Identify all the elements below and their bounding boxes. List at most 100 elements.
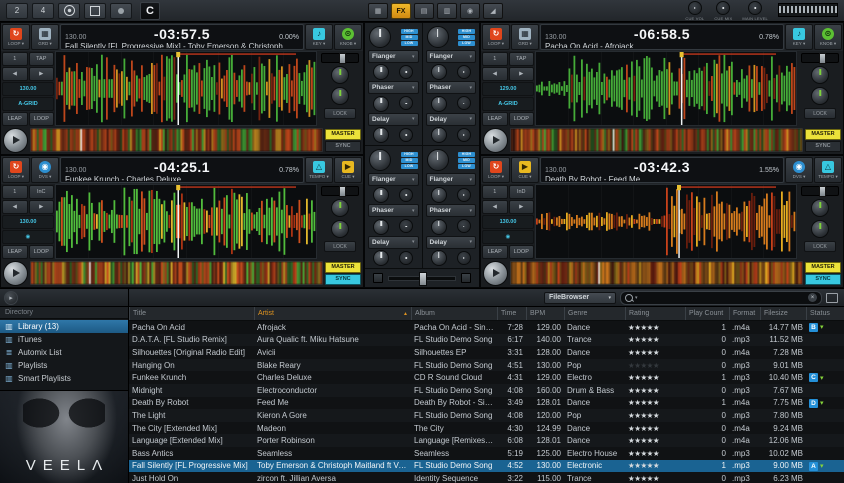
tab-fx[interactable]: FX [391, 3, 411, 19]
key-knob[interactable] [811, 66, 829, 84]
deck-small-button[interactable]: 1 [2, 185, 28, 199]
deck-small-button[interactable]: ▶ [29, 200, 55, 214]
settings-button[interactable] [58, 3, 80, 19]
tempo-button-deck-C[interactable]: △TEMPO ▾ [305, 157, 333, 183]
fx-amount-knob[interactable] [373, 127, 389, 143]
rating-stars[interactable]: ★★★★★ [628, 461, 659, 470]
rating-stars[interactable]: ★★★★★ [628, 424, 659, 433]
eq-gain-knob[interactable] [427, 26, 449, 48]
deck-small-button[interactable]: InC [29, 185, 55, 199]
sync-button[interactable]: SYNC [325, 274, 361, 285]
pitch-fader-handle[interactable] [339, 186, 346, 197]
deck-small-button[interactable]: ◉ [482, 230, 534, 244]
fx-select-flanger[interactable]: Flanger▾ [368, 50, 419, 63]
eq-low-button[interactable]: LOW [458, 41, 475, 46]
sync-button[interactable]: SYNC [805, 274, 841, 285]
sidebar-item-itunes[interactable]: ▥iTunes [0, 333, 128, 346]
deck-small-button[interactable]: ◀ [2, 200, 28, 214]
track-row[interactable]: Just Hold Onzircon ft. Jillian AversaIde… [129, 472, 844, 483]
play-button-deck-A[interactable] [3, 128, 28, 153]
fx-select-phaser[interactable]: Phaser▾ [426, 81, 477, 94]
eq-mid-button[interactable]: MID [458, 35, 475, 40]
eq-high-button[interactable]: HIGH [401, 152, 418, 157]
track-row[interactable]: Hanging OnBlake RearyFL Studio Demo Song… [129, 359, 844, 372]
fx-on-button[interactable] [457, 96, 471, 110]
key-lock-button[interactable]: LOCK [804, 108, 836, 119]
deck-small-button[interactable]: TAP [29, 52, 55, 66]
filter-knob[interactable] [331, 87, 349, 105]
fx-on-button[interactable] [399, 128, 413, 142]
deck-small-button[interactable]: A-GRID [482, 97, 534, 111]
column-header-status[interactable]: Status [806, 307, 844, 320]
key-knob[interactable] [331, 66, 349, 84]
pitch-fader-handle[interactable] [339, 53, 346, 64]
deck-small-button[interactable]: LOOP [29, 112, 55, 126]
key-button-deck-B[interactable]: ♪KEY ▾ [785, 24, 813, 50]
master-button[interactable]: MASTER [325, 129, 361, 140]
deck-small-button[interactable]: ▶ [509, 200, 535, 214]
filter-knob[interactable] [811, 220, 829, 238]
cue-button-deck-C[interactable]: ▶CUE ▾ [334, 157, 362, 183]
fx-amount-knob[interactable] [431, 250, 447, 266]
fx-amount-knob[interactable] [373, 96, 389, 112]
track-row[interactable]: The City [Extended Mix]MadeonThe City4:3… [129, 422, 844, 435]
dvs-button-deck-C[interactable]: ◉DVS ▾ [31, 157, 59, 183]
column-header-bpm[interactable]: BPM [526, 307, 564, 320]
pitch-fader[interactable] [801, 186, 839, 196]
play-button-deck-C[interactable] [3, 261, 28, 286]
fx-on-button[interactable] [399, 65, 413, 79]
master-button[interactable]: MASTER [805, 262, 841, 273]
rating-stars[interactable]: ★★★★★ [628, 323, 659, 332]
browser-nav-button[interactable]: ▸ [4, 291, 18, 305]
eq-mid-button[interactable]: MID [401, 35, 418, 40]
fx-amount-knob[interactable] [431, 219, 447, 235]
deck-small-button[interactable]: 129.00 [482, 82, 534, 96]
eq-high-button[interactable]: HIGH [458, 152, 475, 157]
rating-stars[interactable]: ★★★★★ [628, 398, 659, 407]
waveform-deck-D[interactable] [535, 184, 797, 259]
strip-waveform-deck-D[interactable] [510, 261, 803, 285]
fx-on-button[interactable] [457, 188, 471, 202]
filter-knob[interactable] [811, 87, 829, 105]
cue-vol-knob[interactable] [688, 1, 702, 15]
deck-small-button[interactable]: ◀ [2, 67, 28, 81]
knob-button-deck-B[interactable]: ⊙KNOB ▾ [814, 24, 842, 50]
fx-amount-knob[interactable] [431, 96, 447, 112]
fx-select-delay[interactable]: Delay▾ [368, 236, 419, 249]
fx-on-button[interactable] [457, 65, 471, 79]
eq-low-button[interactable]: LOW [458, 164, 475, 169]
fx-on-button[interactable] [399, 96, 413, 110]
play-button-deck-B[interactable] [483, 128, 508, 153]
sync-button[interactable]: SYNC [325, 141, 361, 152]
eq-gain-knob[interactable] [369, 26, 391, 48]
pitch-fader[interactable] [801, 53, 839, 63]
fx-amount-knob[interactable] [373, 250, 389, 266]
fx-on-button[interactable] [399, 188, 413, 202]
column-header-rating[interactable]: Rating [625, 307, 685, 320]
rating-stars[interactable]: ★★★★★ [628, 361, 659, 370]
play-button-deck-D[interactable] [483, 261, 508, 286]
source-dropdown[interactable]: FileBrowser ▾ [544, 292, 616, 304]
sidebar-item-library-13-[interactable]: ▥Library (13) [0, 320, 128, 333]
loop-button-deck-B[interactable]: ↻LOOP ▾ [482, 24, 510, 50]
deck-small-button[interactable]: 130.00 [482, 215, 534, 229]
key-lock-button[interactable]: LOCK [804, 241, 836, 252]
crossfader-left-assign-button[interactable] [373, 273, 383, 283]
search-input[interactable] [640, 292, 806, 303]
eq-low-button[interactable]: LOW [401, 41, 418, 46]
fx-select-flanger[interactable]: Flanger▾ [368, 173, 419, 186]
eq-mid-button[interactable]: MID [401, 158, 418, 163]
column-header-format[interactable]: Format [729, 307, 760, 320]
fx-on-button[interactable] [457, 219, 471, 233]
track-row[interactable]: Funkee KrunchCharles DeluxeCD R Sound Cl… [129, 371, 844, 384]
rating-stars[interactable]: ★★★★★ [628, 373, 659, 382]
deck-small-button[interactable]: 130.00 [2, 82, 54, 96]
tempo-button-deck-D[interactable]: △TEMPO ▾ [814, 157, 842, 183]
sidebar-item-automix-list[interactable]: ≣Automix List [0, 346, 128, 359]
tab-mixer[interactable]: ▥ [437, 3, 457, 19]
track-row[interactable]: MidnightElectroconductorFL Studio Demo S… [129, 384, 844, 397]
filter-knob[interactable] [331, 220, 349, 238]
master-button[interactable]: MASTER [805, 129, 841, 140]
pitch-fader-handle[interactable] [819, 53, 826, 64]
clear-search-button[interactable]: × [808, 293, 817, 302]
